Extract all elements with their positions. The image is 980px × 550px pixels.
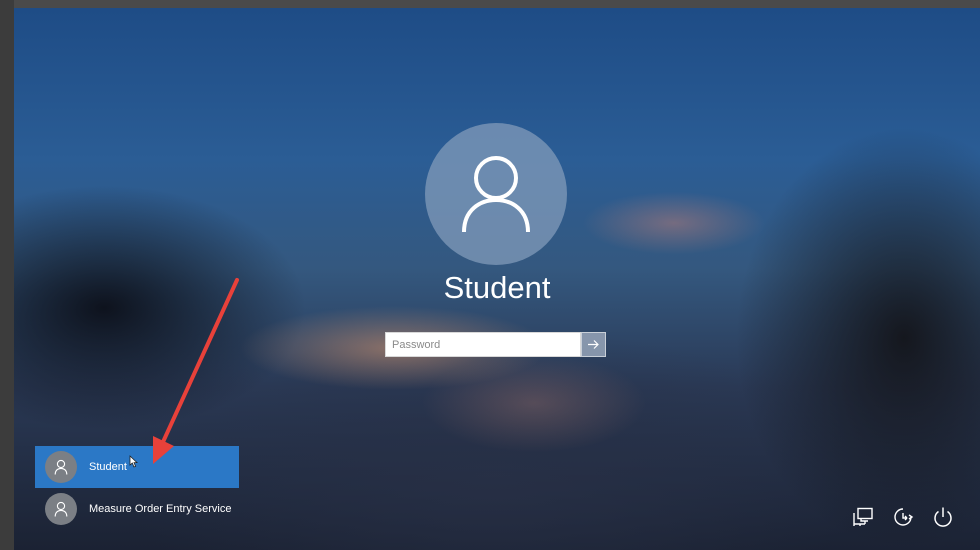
power-icon	[934, 507, 952, 527]
network-icon	[853, 507, 873, 526]
lock-screen: Student Student Measure Order Entry Serv…	[14, 8, 980, 550]
arrow-right-icon	[588, 340, 599, 349]
power-button[interactable]	[930, 504, 956, 530]
user-item-label: Measure Order Entry Service	[89, 503, 232, 515]
user-avatar	[425, 123, 567, 265]
system-tray	[850, 504, 956, 530]
user-item-label: Student	[89, 461, 127, 473]
user-icon	[54, 459, 68, 475]
avatar	[45, 493, 77, 525]
mouse-cursor-icon	[129, 455, 138, 468]
ease-of-access-icon	[894, 508, 914, 526]
avatar	[45, 451, 77, 483]
ease-of-access-button[interactable]	[890, 504, 916, 530]
window-frame-left	[0, 0, 14, 550]
user-icon	[54, 501, 68, 517]
window-frame-top	[0, 0, 980, 8]
password-row	[385, 332, 606, 357]
network-button[interactable]	[850, 504, 876, 530]
submit-button[interactable]	[581, 332, 606, 357]
user-item-measure-order-entry-service[interactable]: Measure Order Entry Service	[35, 488, 239, 530]
user-icon	[462, 156, 530, 233]
username-title: Student	[443, 270, 551, 305]
password-input[interactable]	[385, 332, 581, 357]
